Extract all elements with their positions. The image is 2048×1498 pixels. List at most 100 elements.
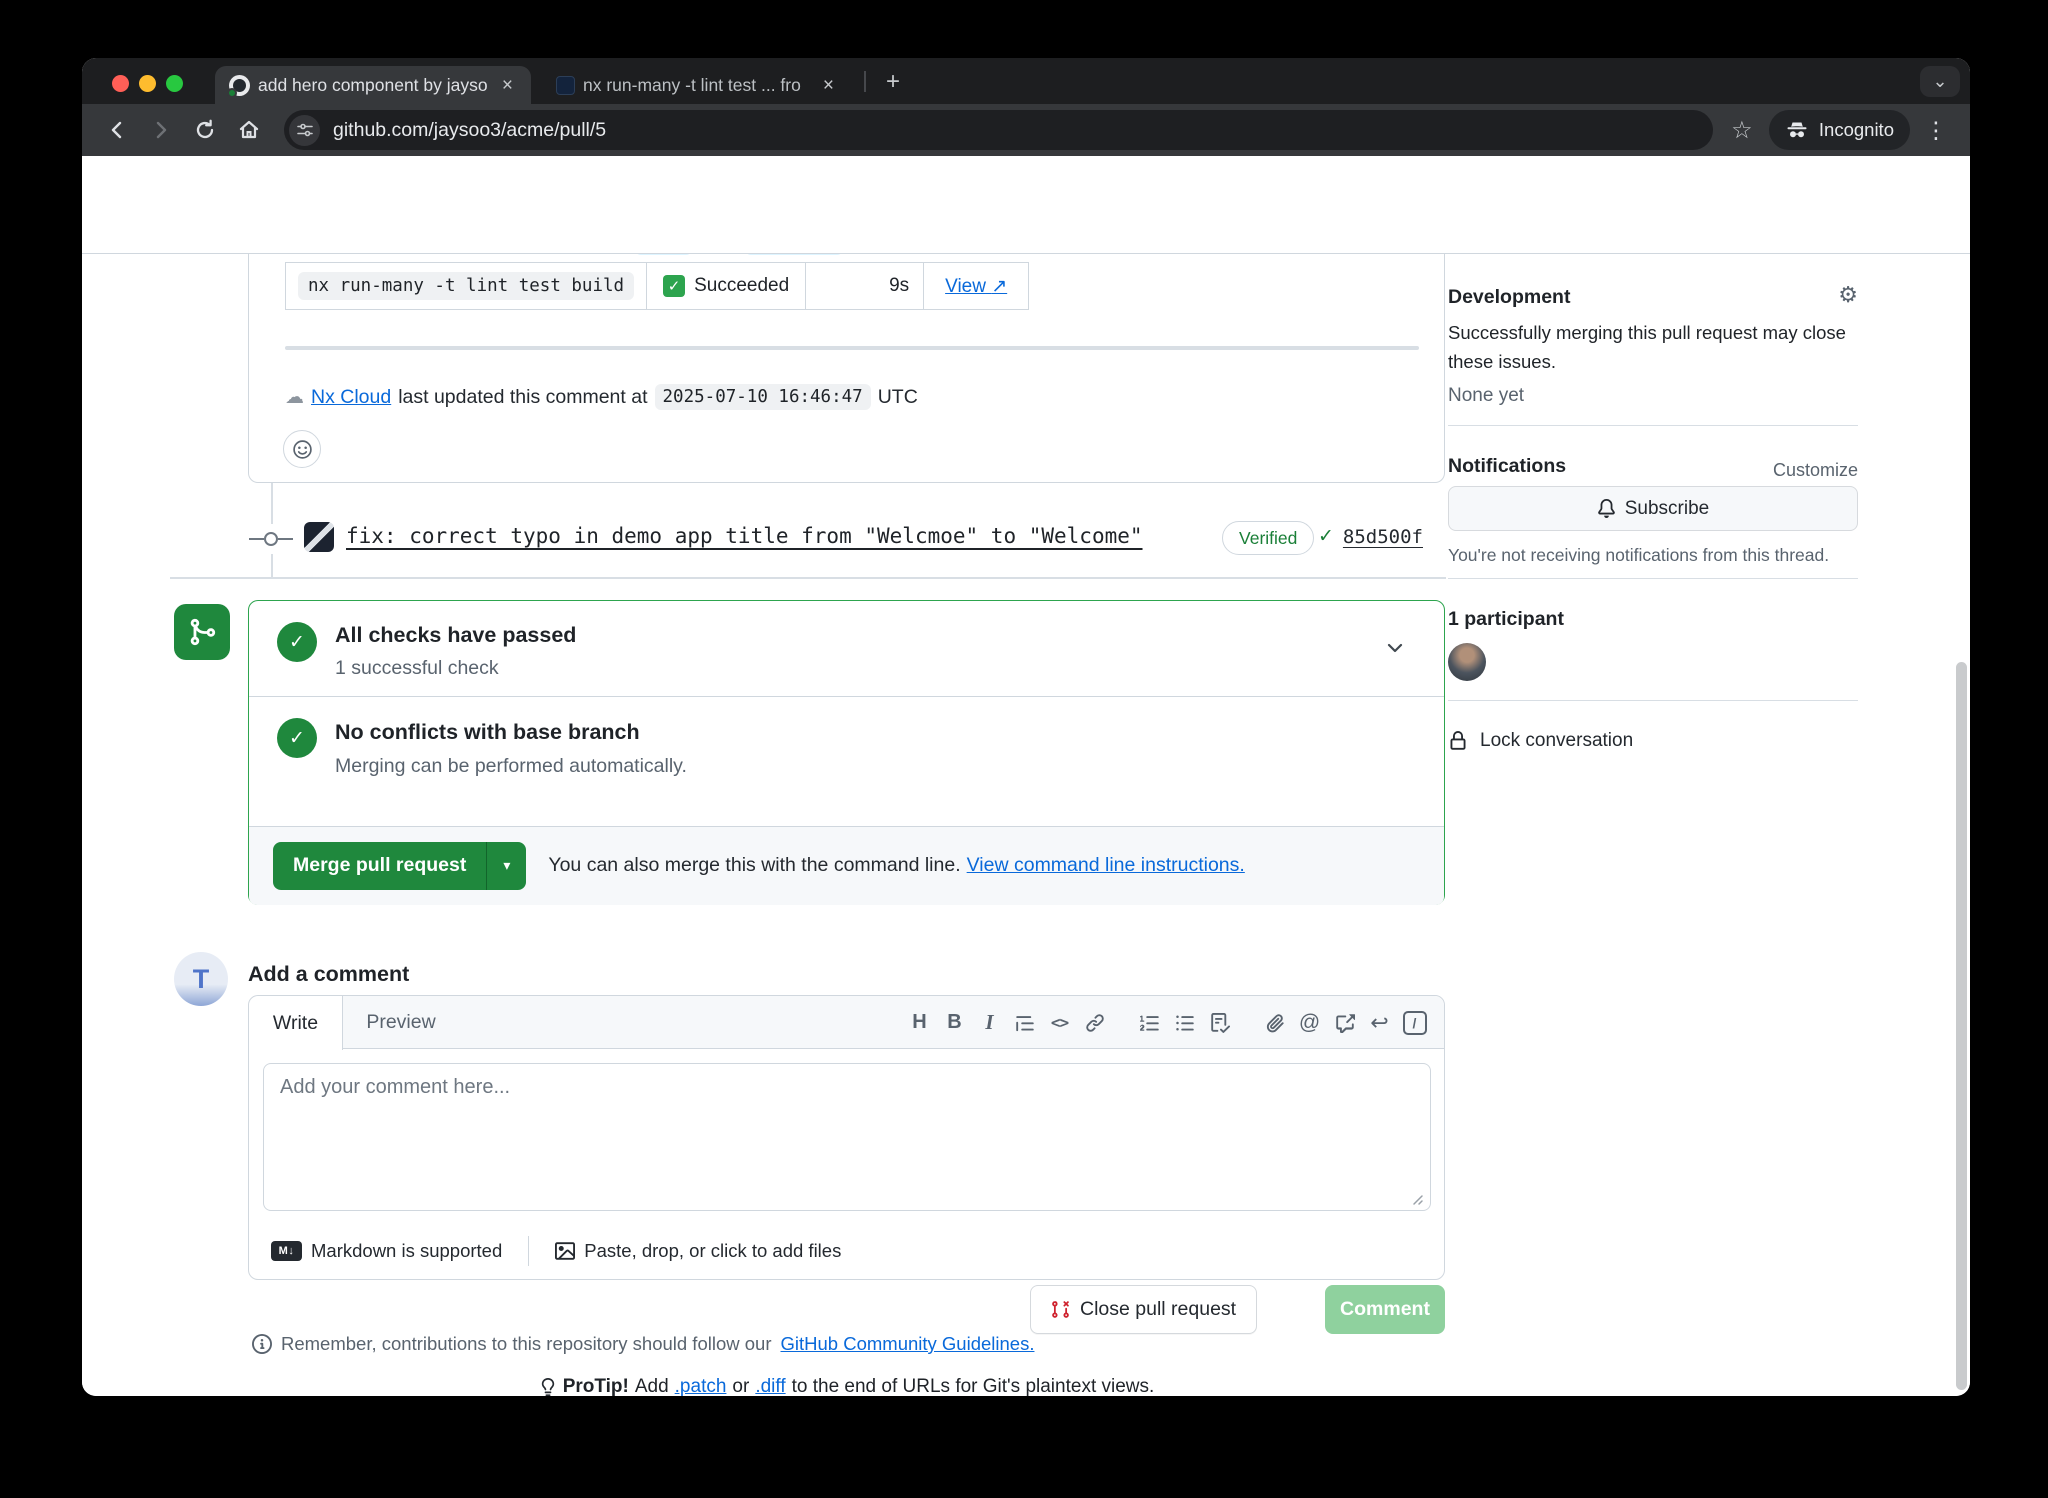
cli-instructions-link[interactable]: View command line instructions. <box>967 854 1245 877</box>
ci-view-link[interactable]: View ↗ <box>945 275 1007 298</box>
chevron-down-icon[interactable] <box>1384 637 1406 659</box>
ci-view-cell: View ↗ <box>924 263 1028 309</box>
link-icon[interactable] <box>1077 1005 1112 1040</box>
tab-title: add hero component by jayso <box>258 75 490 96</box>
resize-handle-icon[interactable] <box>1410 1192 1424 1206</box>
comment-textarea[interactable] <box>263 1063 1431 1211</box>
nx-timezone: UTC <box>878 386 918 409</box>
minimize-window-button[interactable] <box>139 75 156 92</box>
nx-cloud-updated-line: ☁ Nx Cloud last updated this comment at … <box>285 384 918 410</box>
close-window-button[interactable] <box>112 75 129 92</box>
community-guidelines-link[interactable]: GitHub Community Guidelines. <box>781 1333 1035 1355</box>
task-list-icon[interactable] <box>1202 1005 1237 1040</box>
cross-reference-icon[interactable] <box>1327 1005 1362 1040</box>
comment-editor: Write Preview H B I <> <box>248 995 1445 1280</box>
development-title: Development <box>1448 286 1858 309</box>
git-merge-icon <box>187 617 217 647</box>
quote-icon[interactable] <box>1007 1005 1042 1040</box>
cli-merge-note: You can also merge this with the command… <box>548 854 1244 877</box>
address-bar[interactable]: github.com/jaysoo3/acme/pull/5 <box>284 110 1713 150</box>
verified-badge[interactable]: Verified <box>1222 521 1314 555</box>
guidelines-text: Remember, contributions to this reposito… <box>281 1333 772 1355</box>
checks-passed-row: ✓ All checks have passed 1 successful ch… <box>249 601 1444 696</box>
attachment-icon[interactable] <box>1257 1005 1292 1040</box>
diff-link[interactable]: .diff <box>755 1376 785 1396</box>
sidebar-divider <box>1448 700 1858 701</box>
italic-icon[interactable]: I <box>972 1005 1007 1040</box>
saved-replies-icon[interactable]: / <box>1397 1005 1432 1040</box>
close-pr-label: Close pull request <box>1080 1298 1236 1321</box>
tab-close-icon[interactable]: × <box>819 74 838 97</box>
tab-divider <box>864 71 866 92</box>
patch-link[interactable]: .patch <box>675 1376 727 1396</box>
nx-timestamp-chip: 2025-07-10 16:46:47 <box>655 384 871 410</box>
ci-status-label: Succeeded <box>694 275 789 297</box>
new-tab-button[interactable]: + <box>878 67 908 97</box>
nx-cloud-link[interactable]: Nx Cloud <box>311 386 391 409</box>
ci-status-cell: ✓ Succeeded <box>647 263 806 309</box>
markdown-supported-label[interactable]: Markdown is supported <box>311 1240 502 1262</box>
tab-search-button[interactable]: ⌄ <box>1920 66 1960 97</box>
forward-button[interactable] <box>142 111 180 149</box>
code-icon[interactable]: <> <box>1042 1005 1077 1040</box>
page-scrollbar[interactable] <box>1956 662 1967 1390</box>
image-icon <box>555 1241 575 1261</box>
heading-icon[interactable]: H <box>902 1005 937 1040</box>
participant-avatar[interactable] <box>1448 643 1486 681</box>
incognito-label: Incognito <box>1819 119 1894 141</box>
tab-write[interactable]: Write <box>249 996 343 1050</box>
pr-sticky-header <box>82 156 1970 254</box>
numbered-list-icon[interactable] <box>1132 1005 1167 1040</box>
editor-footer: M↓ Markdown is supported Paste, drop, or… <box>249 1222 1444 1280</box>
browser-window: add hero component by jayso × nx run-man… <box>82 58 1970 1396</box>
bold-icon[interactable]: B <box>937 1005 972 1040</box>
tab-preview[interactable]: Preview <box>343 996 459 1049</box>
footer-divider <box>528 1236 529 1266</box>
reply-icon[interactable]: ↩ <box>1362 1005 1397 1040</box>
notifications-note: You're not receiving notifications from … <box>1448 545 1858 566</box>
commit-author-avatar[interactable] <box>304 522 334 552</box>
ci-command-cell: nx run-many -t lint test build <box>286 263 647 309</box>
commit-message-link[interactable]: fix: correct typo in demo app title from… <box>346 524 1143 548</box>
merge-status-box: ✓ All checks have passed 1 successful ch… <box>248 600 1445 905</box>
gear-icon[interactable]: ⚙ <box>1838 284 1858 306</box>
merge-box-footer: Merge pull request ▾ You can also merge … <box>249 826 1444 905</box>
back-button[interactable] <box>98 111 136 149</box>
nx-cloud-comment-card: nx run-many -t lint test build ✓ Succeed… <box>248 254 1445 483</box>
tab-nx-run[interactable]: nx run-many -t lint test ... fro × <box>544 66 850 104</box>
lock-conversation-button[interactable]: Lock conversation <box>1448 730 1858 752</box>
succeeded-check-icon: ✓ <box>663 275 685 297</box>
close-pull-request-button[interactable]: Close pull request <box>1030 1285 1257 1334</box>
url-text[interactable]: github.com/jaysoo3/acme/pull/5 <box>333 119 606 142</box>
bookmark-star-icon[interactable]: ☆ <box>1723 111 1761 149</box>
subscribe-button[interactable]: Subscribe <box>1448 486 1858 531</box>
editor-toolbar: H B I <> <box>902 996 1432 1049</box>
attach-files-label[interactable]: Paste, drop, or click to add files <box>584 1240 841 1262</box>
maximize-window-button[interactable] <box>166 75 183 92</box>
commit-sha-link[interactable]: 85d500f <box>1343 526 1423 548</box>
browser-menu-icon[interactable]: ⋮ <box>1918 111 1954 149</box>
no-conflicts-title: No conflicts with base branch <box>335 720 640 745</box>
merge-pull-request-button[interactable]: Merge pull request ▾ <box>273 842 526 890</box>
git-merge-status-icon <box>174 604 230 660</box>
incognito-badge: Incognito <box>1769 110 1910 150</box>
guidelines-note: Remember, contributions to this reposito… <box>252 1333 1034 1355</box>
emoji-reaction-button[interactable] <box>283 430 321 468</box>
arrow-up-right-icon: ↗ <box>991 276 1007 297</box>
reload-button[interactable] <box>186 111 224 149</box>
merge-options-caret-icon[interactable]: ▾ <box>486 842 526 890</box>
incognito-icon <box>1785 118 1809 142</box>
lock-conversation-label: Lock conversation <box>1480 730 1633 752</box>
home-button[interactable] <box>230 111 268 149</box>
tab-close-icon[interactable]: × <box>498 74 517 97</box>
tab-pull-request[interactable]: add hero component by jayso × <box>215 66 531 104</box>
sidebar-divider <box>1448 425 1858 426</box>
commit-sha-group: ✓ 85d500f <box>1318 525 1423 548</box>
mention-icon[interactable]: @ <box>1292 1005 1327 1040</box>
comment-button[interactable]: Comment <box>1325 1285 1445 1334</box>
bullet-list-icon[interactable] <box>1167 1005 1202 1040</box>
site-info-button[interactable] <box>289 115 320 146</box>
customize-link[interactable]: Customize <box>1773 460 1858 481</box>
development-body: Successfully merging this pull request m… <box>1448 318 1858 376</box>
protip-label: ProTip! <box>563 1376 629 1396</box>
